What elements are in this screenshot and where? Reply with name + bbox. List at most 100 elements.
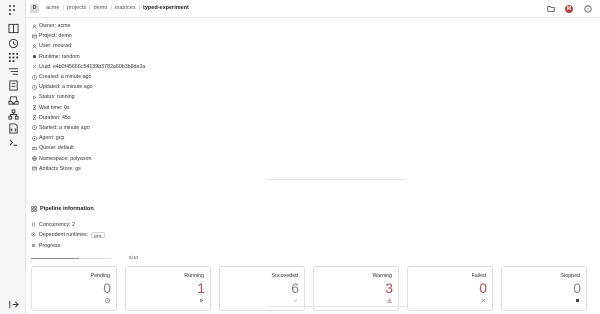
history-icon[interactable] (7, 37, 19, 49)
hourglass-icon (31, 115, 37, 121)
book-icon[interactable] (7, 22, 19, 34)
meta-text: Wait time: 0s (39, 104, 70, 111)
meta-row: Owner: acme (31, 21, 145, 31)
meta-text: Status: running (39, 94, 75, 101)
meta-row: Created: a minute ago (31, 72, 145, 82)
status-card-count: 0 (103, 280, 111, 296)
meta-row: Status: running (31, 92, 145, 102)
meta-row: Duration: 45s (31, 113, 145, 123)
status-card-label: Succeeded (271, 273, 298, 279)
meta-row: Queue: default (31, 143, 145, 153)
avatar[interactable]: M (565, 4, 573, 13)
progress-fill (31, 257, 79, 259)
agent-icon (31, 135, 37, 141)
hierarchy-icon[interactable] (7, 108, 19, 120)
status-cards: Pending 0 Running 1 Succeeded 6 Warning 3 Failed… (31, 266, 587, 311)
grid-icon[interactable] (7, 51, 19, 63)
clock-icon (104, 297, 110, 303)
pipeline-icon (31, 206, 37, 212)
project-badge[interactable]: D (30, 4, 39, 13)
meta-text: User: mourad (39, 43, 72, 50)
inbox-icon[interactable] (7, 94, 19, 106)
meta-row: Artifacts Store: gs (31, 164, 145, 174)
warning-icon (386, 297, 392, 303)
document-icon[interactable] (7, 79, 19, 91)
status-card-running[interactable]: Running 1 (125, 266, 211, 311)
status-card-pending[interactable]: Pending 0 (31, 266, 117, 311)
user-icon (31, 23, 37, 29)
progress-row: Progress: (31, 241, 62, 250)
meta-row: Uuid: e4b0f45666c54139b3782a60b3b8de2a (31, 62, 145, 72)
user-icon (31, 43, 37, 49)
status-card-label: Stopped (560, 273, 580, 279)
uuid-icon (31, 64, 37, 70)
breadcrumb: acme | projects | demo | matrices | typed-ex… (46, 5, 189, 11)
runtime-chip: jobs (91, 231, 105, 238)
hourglass-icon (31, 105, 37, 111)
project-icon (31, 33, 37, 39)
folder-icon[interactable] (546, 4, 555, 13)
concurrency-row: Concurrency: 2 (31, 220, 75, 229)
breadcrumb-projects[interactable]: projects (67, 5, 86, 11)
breadcrumb-project[interactable]: demo (94, 5, 108, 11)
meta-row: Agent: gcp (31, 133, 145, 143)
breadcrumb-owner[interactable]: acme (46, 5, 59, 11)
app-window: D acme | projects | demo | matrices | typed-… (0, 0, 600, 314)
status-card-label: Pending (90, 273, 110, 279)
section-divider (266, 306, 406, 307)
meta-text: Project: demo (39, 33, 72, 40)
namespace-icon (31, 156, 37, 162)
terminal-icon[interactable] (7, 136, 19, 148)
store-icon (31, 166, 37, 172)
clock-icon (31, 125, 37, 131)
top-header: D acme | projects | demo | matrices | typed-… (26, 0, 600, 18)
progress-text: 6/10 (129, 255, 138, 260)
meta-row: Project: demo (31, 31, 145, 41)
svg-text:?: ? (586, 6, 589, 11)
status-card-count: 6 (291, 280, 299, 296)
status-card-count: 0 (479, 280, 487, 296)
close-icon (480, 297, 486, 303)
status-card-label: Warning (372, 273, 392, 279)
code-file-icon[interactable] (7, 122, 19, 134)
breadcrumb-section[interactable]: matrices (115, 5, 136, 11)
check-icon (292, 297, 298, 303)
pipeline-title: Pipeline information (31, 206, 94, 212)
runtime-icon (31, 54, 37, 60)
status-card-failed[interactable]: Failed 0 (407, 266, 493, 311)
queue-icon (31, 145, 37, 151)
play-icon (31, 94, 37, 100)
meta-text: Agent: gcp (39, 135, 65, 142)
meta-row: User: mourad (31, 41, 145, 51)
meta-text: Duration: 45s (39, 114, 71, 121)
meta-text: Updated: a minute ago (39, 84, 93, 91)
meta-text: Artifacts Store: gs (39, 165, 81, 172)
help-icon[interactable]: ? (583, 4, 592, 13)
clock-icon (31, 84, 37, 90)
meta-row: Wait time: 0s (31, 103, 145, 113)
breadcrumb-current: typed-experiment (143, 5, 189, 11)
collapse-sidebar-icon[interactable] (7, 298, 19, 310)
status-card-count: 1 (197, 280, 205, 296)
status-card-count: 0 (573, 280, 581, 296)
meta-row: Namespace: polyaxon (31, 153, 145, 163)
filter-list-icon[interactable] (7, 65, 19, 77)
header-actions: M ? (546, 4, 592, 13)
meta-text: Queue: default (39, 145, 74, 152)
meta-row: Runtime: random (31, 52, 145, 62)
clock-icon (31, 74, 37, 80)
progress-icon (32, 244, 35, 247)
status-card-stopped[interactable]: Stopped 0 (501, 266, 587, 311)
status-card-warning[interactable]: Warning 3 (313, 266, 399, 311)
status-card-count: 3 (385, 280, 393, 296)
dependent-runtimes-row: Dependent runtimes: jobs (31, 230, 105, 239)
status-card-succeeded[interactable]: Succeeded 6 (219, 266, 305, 311)
meta-text: Owner: acme (39, 23, 71, 30)
meta-row: Updated: a minute ago (31, 82, 145, 92)
logo-icon[interactable] (9, 5, 18, 15)
progress-bar: 6/10 (31, 251, 138, 260)
main-content: Owner: acme Project: demo User: mourad Runt… (26, 18, 600, 314)
meta-row: Started: a minute ago (31, 123, 145, 133)
meta-text: Created: a minute ago (39, 74, 92, 81)
status-card-label: Failed (471, 273, 486, 279)
